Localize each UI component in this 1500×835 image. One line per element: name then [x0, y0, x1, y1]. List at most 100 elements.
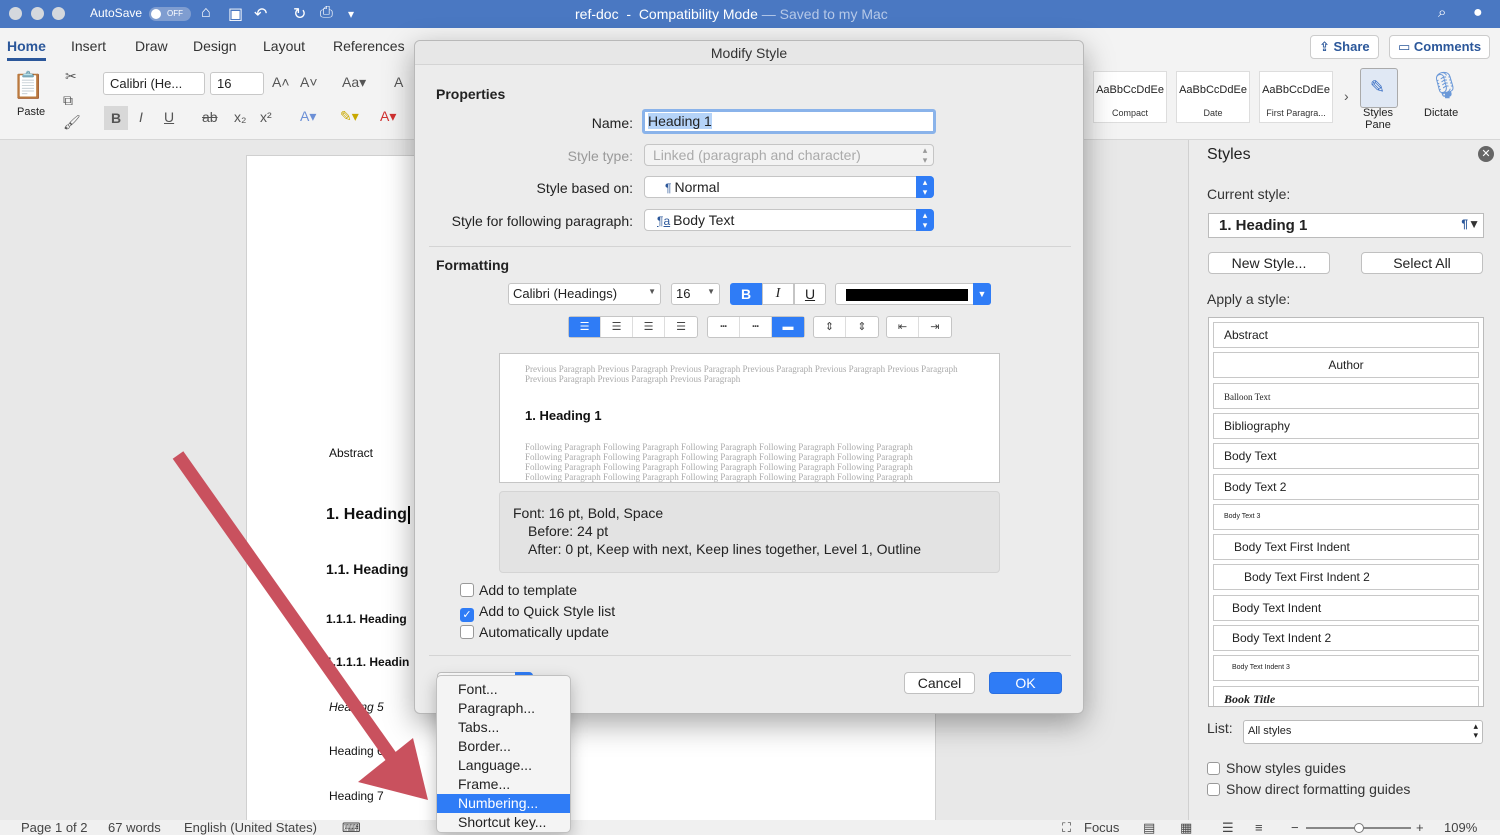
font-name-box[interactable]: Calibri (He...	[103, 72, 205, 95]
word-count[interactable]: 67 words	[108, 820, 161, 835]
focus-label[interactable]: Focus	[1084, 820, 1119, 835]
style-list-item[interactable]: Author	[1213, 352, 1479, 379]
gallery-style-date[interactable]: AaBbCcDdEe Date	[1176, 71, 1250, 123]
style-list-item[interactable]: Book Title	[1213, 685, 1479, 706]
account-icon[interactable]: ●	[1473, 4, 1483, 22]
menu-item-tabs[interactable]: Tabs...	[437, 718, 570, 737]
checkbox-box[interactable]	[460, 583, 474, 597]
menu-item-language[interactable]: Language...	[437, 756, 570, 775]
space-before-icon[interactable]: ⇕	[814, 317, 846, 337]
align-center-icon[interactable]: ☰	[601, 317, 633, 337]
style-list-item[interactable]: Abstract	[1213, 322, 1479, 348]
style-list-item[interactable]: Body Text	[1213, 443, 1479, 470]
font-color-picker[interactable]: ▼	[835, 283, 991, 305]
save-icon[interactable]: ▣	[228, 4, 243, 24]
print-icon[interactable]: ⎙	[320, 4, 333, 22]
strikethrough-icon[interactable]: ab	[202, 109, 218, 125]
microphone-icon[interactable]: 🎙	[1428, 70, 1461, 101]
zoom-window-button[interactable]	[52, 7, 65, 20]
ok-button[interactable]: OK	[989, 672, 1062, 694]
bold-icon[interactable]: B	[104, 106, 128, 130]
language-status[interactable]: English (United States)	[184, 820, 317, 835]
menu-item-shortcut-key[interactable]: Shortcut key...	[437, 813, 570, 832]
search-icon[interactable]: ⌕	[1438, 4, 1446, 21]
stepper-icon[interactable]: ▴ ▾	[916, 209, 934, 231]
close-window-button[interactable]	[9, 7, 22, 20]
justify-icon[interactable]: ☰	[665, 317, 697, 337]
zoom-out-icon[interactable]: −	[1291, 820, 1299, 835]
single-spacing-icon[interactable]: ┅	[708, 317, 740, 337]
checkbox-box[interactable]	[460, 625, 474, 639]
doc-line-heading-1[interactable]: 1. Heading	[326, 506, 410, 524]
font-name-select[interactable]: Calibri (Headings) ▼	[508, 283, 661, 305]
tab-insert[interactable]: Insert	[71, 38, 106, 54]
home-icon[interactable]: ⌂	[201, 4, 211, 22]
checkmark-icon[interactable]: ✓	[460, 608, 474, 622]
one-half-spacing-icon[interactable]: ┅	[740, 317, 772, 337]
style-list-item[interactable]: Body Text Indent 2	[1213, 625, 1479, 651]
double-spacing-icon[interactable]: ▬	[772, 317, 804, 337]
comments-button[interactable]: ▭ Comments	[1389, 35, 1491, 59]
following-paragraph-select[interactable]: ¶a Body Text ▴ ▾	[644, 209, 934, 231]
zoom-in-icon[interactable]: +	[1416, 820, 1424, 835]
gallery-style-compact[interactable]: AaBbCcDdEe Compact	[1093, 71, 1167, 123]
decrease-indent-icon[interactable]: ⇤	[887, 317, 919, 337]
highlight-icon[interactable]: ✎▾	[340, 108, 359, 125]
stepper-icon[interactable]: ▴ ▾	[916, 176, 934, 198]
draft-icon[interactable]: ≡	[1255, 820, 1263, 835]
cut-icon[interactable]: ✂	[65, 68, 77, 85]
menu-item-border[interactable]: Border...	[437, 737, 570, 756]
increase-indent-icon[interactable]: ⇥	[919, 317, 951, 337]
show-direct-formatting-checkbox[interactable]: Show direct formatting guides	[1207, 781, 1410, 797]
menu-item-paragraph[interactable]: Paragraph...	[437, 699, 570, 718]
style-list-item[interactable]: Balloon Text	[1213, 382, 1479, 409]
style-list-item[interactable]: Body Text Indent 3	[1213, 655, 1479, 682]
zoom-level[interactable]: 109%	[1444, 820, 1477, 835]
doc-line-heading-7[interactable]: Heading 7	[329, 789, 384, 803]
track-changes-icon[interactable]: ⌨	[342, 820, 361, 835]
menu-item-numbering[interactable]: Numbering...	[437, 794, 570, 813]
page-count[interactable]: Page 1 of 2	[21, 820, 88, 835]
font-size-box[interactable]: 16	[210, 72, 264, 95]
italic-button[interactable]: I	[762, 283, 794, 305]
space-after-icon[interactable]: ⇕	[846, 317, 878, 337]
menu-item-frame[interactable]: Frame...	[437, 775, 570, 794]
show-styles-guides-checkbox[interactable]: Show styles guides	[1207, 760, 1346, 776]
add-to-template-checkbox[interactable]: Add to template	[460, 582, 577, 598]
doc-line-heading-2[interactable]: 1.1. Heading	[326, 561, 408, 577]
autosave-toggle[interactable]: OFF	[149, 7, 191, 21]
text-effects-icon[interactable]: A▾	[300, 108, 316, 125]
underline-icon[interactable]: U	[164, 109, 174, 125]
auto-update-checkbox[interactable]: Automatically update	[460, 624, 609, 640]
menu-item-font[interactable]: Font...	[437, 680, 570, 699]
close-icon[interactable]: ✕	[1478, 146, 1494, 162]
based-on-select[interactable]: ¶ Normal ▴ ▾	[644, 176, 934, 198]
zoom-slider-thumb[interactable]	[1354, 823, 1364, 833]
align-left-icon[interactable]: ☰	[569, 317, 601, 337]
clear-formatting-icon[interactable]: A	[394, 74, 403, 90]
doc-line-heading-3[interactable]: 1.1.1. Heading	[326, 612, 407, 626]
customize-toolbar-icon[interactable]: ▾	[348, 7, 354, 21]
add-to-quick-style-checkbox[interactable]: ✓ Add to Quick Style list	[460, 603, 615, 622]
print-layout-icon[interactable]: ▤	[1143, 820, 1155, 835]
gallery-style-first-paragraph[interactable]: AaBbCcDdEe First Paragra...	[1259, 71, 1333, 123]
web-layout-icon[interactable]: ▦	[1180, 820, 1192, 835]
undo-icon[interactable]: ↶	[254, 4, 267, 24]
new-style-button[interactable]: New Style...	[1208, 252, 1330, 274]
checkbox-box[interactable]	[1207, 762, 1220, 775]
style-list-item[interactable]: Body Text 2	[1213, 473, 1479, 500]
grow-font-icon[interactable]: A˄	[272, 74, 290, 90]
checkbox-box[interactable]	[1207, 783, 1220, 796]
style-list-item[interactable]: Body Text First Indent	[1213, 534, 1479, 561]
superscript-icon[interactable]: x²	[260, 109, 272, 125]
doc-line-heading-6[interactable]: Heading 6	[329, 744, 384, 758]
subscript-icon[interactable]: x₂	[234, 109, 246, 125]
cancel-button[interactable]: Cancel	[904, 672, 975, 694]
style-list-item[interactable]: Body Text First Indent 2	[1213, 564, 1479, 591]
tab-home[interactable]: Home	[7, 38, 46, 61]
doc-line-abstract[interactable]: Abstract	[329, 446, 373, 460]
doc-line-heading-5[interactable]: Heading 5	[329, 700, 384, 714]
paste-icon[interactable]: 📋	[12, 70, 44, 101]
shrink-font-icon[interactable]: A˅	[300, 74, 318, 90]
outline-icon[interactable]: ☰	[1222, 820, 1234, 835]
